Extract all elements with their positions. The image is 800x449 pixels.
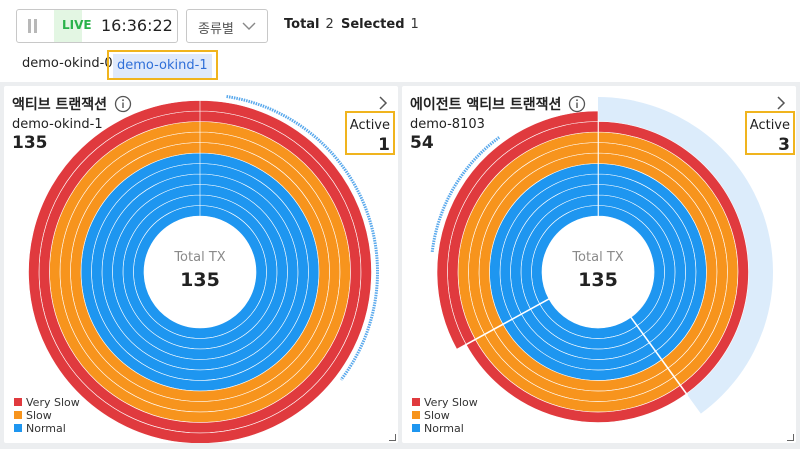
agent-tab-demo-okind-0[interactable]: demo-okind-0	[16, 50, 119, 80]
legend-label: Very Slow	[424, 396, 478, 409]
selected-label: Selected	[341, 17, 405, 32]
agent-count: 54	[410, 133, 434, 153]
active-value: 3	[778, 135, 790, 155]
agent-tab-label: demo-okind-1	[113, 54, 212, 78]
legend-label: Very Slow	[26, 396, 80, 409]
chart-legend: Very Slow Slow Normal	[412, 396, 478, 435]
agent-name: demo-8103	[410, 117, 485, 132]
sunburst-chart[interactable]: Total TX 135	[402, 86, 796, 443]
center-label: Total TX	[571, 250, 623, 265]
info-icon[interactable]	[568, 95, 586, 113]
selected-value: 1	[410, 17, 419, 32]
sunburst-chart[interactable]: Total TX 135	[4, 86, 398, 443]
card-title: 액티브 트랜잭션	[12, 97, 108, 113]
legend-label: Slow	[424, 409, 450, 422]
agent-tab-demo-okind-1[interactable]: demo-okind-1	[107, 50, 218, 80]
total-value: 2	[325, 17, 334, 32]
center-value: 135	[578, 269, 618, 291]
center-label: Total TX	[173, 250, 225, 265]
active-label: Active	[749, 118, 790, 133]
chevron-right-icon[interactable]	[378, 96, 388, 110]
legend-label: Normal	[424, 422, 464, 435]
resize-handle[interactable]	[389, 434, 396, 441]
card-title: 에이전트 액티브 트랜잭션	[410, 97, 562, 113]
chart-legend: Very Slow Slow Normal	[14, 396, 80, 435]
live-label: LIVE	[62, 18, 92, 32]
resize-handle[interactable]	[787, 434, 794, 441]
active-indicator: Active 3	[745, 111, 795, 155]
active-transaction-card: Total TX 135 액티브 트랜잭션 demo-okind-1 135 Ac…	[4, 86, 398, 443]
agent-count: 135	[12, 133, 48, 153]
live-clock: 16:36:22	[101, 16, 173, 35]
info-icon[interactable]	[114, 95, 132, 113]
agent-name: demo-okind-1	[12, 117, 103, 132]
total-stat: Total 2	[284, 17, 334, 32]
toolbar: LIVE 16:36:22 종류별 Total 2 Selected 1	[0, 0, 800, 48]
chevron-right-icon[interactable]	[776, 96, 786, 110]
active-value: 1	[378, 135, 390, 155]
legend-label: Normal	[26, 422, 66, 435]
pause-icon[interactable]	[26, 19, 40, 33]
live-control[interactable]: LIVE 16:36:22	[16, 9, 178, 43]
chevron-down-icon	[242, 22, 256, 30]
legend-label: Slow	[26, 409, 52, 422]
legend-item-normal[interactable]: Normal	[412, 422, 478, 435]
active-indicator: Active 1	[345, 111, 395, 155]
agent-active-transaction-card: Total TX 135 에이전트 액티브 트랜잭션 demo-8103 54 A…	[402, 86, 796, 443]
agent-tab-label: demo-okind-0	[22, 56, 113, 71]
type-filter-select[interactable]: 종류별	[186, 9, 268, 43]
legend-item-very-slow[interactable]: Very Slow	[14, 396, 80, 409]
selected-stat: Selected 1	[341, 17, 419, 32]
center-value: 135	[180, 269, 220, 291]
legend-item-slow[interactable]: Slow	[14, 409, 80, 422]
active-label: Active	[349, 118, 390, 133]
total-label: Total	[284, 17, 320, 32]
legend-item-very-slow[interactable]: Very Slow	[412, 396, 478, 409]
legend-item-normal[interactable]: Normal	[14, 422, 80, 435]
legend-item-slow[interactable]: Slow	[412, 409, 478, 422]
type-filter-label: 종류별	[198, 22, 234, 37]
